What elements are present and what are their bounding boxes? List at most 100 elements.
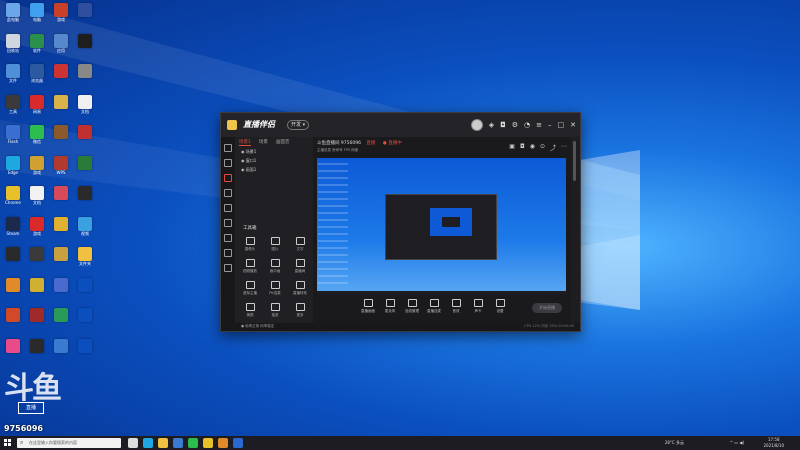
- desktop-icon[interactable]: [50, 94, 72, 122]
- desktop-icon[interactable]: [50, 338, 72, 366]
- desktop-icon[interactable]: 文档: [26, 186, 48, 213]
- share-icon[interactable]: ⤴: [550, 143, 556, 152]
- desktop-icon[interactable]: [74, 338, 96, 366]
- rail-gift-icon[interactable]: [224, 189, 232, 197]
- desktop-icon[interactable]: 应用: [50, 33, 72, 61]
- desktop-icon[interactable]: 文件: [2, 64, 24, 91]
- scene-item[interactable]: ◉ 窗口1: [241, 158, 256, 164]
- desktop-icon[interactable]: Edge: [2, 155, 24, 183]
- desktop-icon[interactable]: [26, 338, 48, 366]
- tool-item[interactable]: 画中画: [264, 259, 286, 277]
- desktop-icon[interactable]: 浏览器: [26, 64, 48, 91]
- search-box[interactable]: ⌕ 在这里输入你要搜索的内容: [17, 438, 121, 448]
- live-preview-canvas[interactable]: [317, 158, 566, 295]
- desktop-icon[interactable]: 工具: [2, 94, 24, 122]
- desktop-icon[interactable]: [74, 186, 96, 213]
- menu-icon[interactable]: ≡: [536, 119, 542, 131]
- record-icon[interactable]: ◉: [530, 143, 535, 152]
- mail-icon[interactable]: [233, 438, 243, 448]
- desktop-icon[interactable]: [50, 125, 72, 152]
- wechat-icon[interactable]: [188, 438, 198, 448]
- desktop-icon[interactable]: [50, 247, 72, 274]
- desktop-icon[interactable]: [74, 277, 96, 305]
- tool-item[interactable]: 虚拟主播: [239, 281, 261, 299]
- settings-icon[interactable]: ⚙: [512, 119, 518, 131]
- close-icon[interactable]: ✕: [570, 119, 576, 131]
- rail-grid-icon[interactable]: [224, 234, 232, 242]
- desktop-icon[interactable]: 网易: [26, 94, 48, 122]
- tab-audio[interactable]: 画面音: [276, 139, 290, 146]
- desktop-icon[interactable]: [74, 125, 96, 152]
- desktop-icon[interactable]: 软件: [26, 33, 48, 61]
- rail-more-icon[interactable]: [224, 264, 232, 272]
- weather[interactable]: 28°C 多云: [665, 440, 684, 446]
- desktop-icon[interactable]: [2, 338, 24, 366]
- desktop-icon[interactable]: 文件夹: [74, 247, 96, 274]
- chrome-icon[interactable]: [203, 438, 213, 448]
- desktop-icon[interactable]: Steam: [2, 216, 24, 244]
- desktop-icon[interactable]: [2, 308, 24, 335]
- control-button[interactable]: 声卡: [467, 299, 489, 314]
- gift-icon[interactable]: ▣: [509, 143, 515, 152]
- scene-item[interactable]: ◉ 画面1: [241, 167, 256, 173]
- desktop-icon[interactable]: [74, 64, 96, 91]
- rail-user-icon[interactable]: [224, 204, 232, 212]
- desktop-icon[interactable]: 回收站: [2, 33, 24, 61]
- desktop-icon[interactable]: 游戏: [50, 3, 72, 30]
- more-icon[interactable]: ⋯: [561, 143, 567, 152]
- desktop-icon[interactable]: [50, 186, 72, 213]
- control-button[interactable]: 设置: [489, 299, 511, 314]
- desktop-icon[interactable]: [50, 216, 72, 244]
- desktop-icon[interactable]: [26, 247, 48, 274]
- rail-home-icon[interactable]: [224, 144, 232, 152]
- desktop-icon[interactable]: [2, 247, 24, 274]
- clock[interactable]: 17:58 2021/8/10: [763, 437, 784, 449]
- version-badge[interactable]: 开发 ▾: [287, 120, 310, 130]
- desktop-icon[interactable]: 文档: [74, 94, 96, 122]
- tray-icons[interactable]: ^ ▭ ◀): [730, 440, 744, 445]
- desktop-icon[interactable]: 此电脑: [2, 3, 24, 30]
- desktop-icon[interactable]: [74, 33, 96, 61]
- rail-tool-icon[interactable]: [224, 249, 232, 257]
- tab-scene-1[interactable]: 场景1: [239, 139, 251, 146]
- minimize-icon[interactable]: –: [548, 119, 552, 131]
- tool-item[interactable]: 抽奖: [264, 303, 286, 321]
- desktop-icon[interactable]: WPS: [50, 155, 72, 183]
- desktop-icon[interactable]: [74, 308, 96, 335]
- avatar[interactable]: [470, 119, 483, 131]
- tool-item[interactable]: 视频播放: [239, 259, 261, 277]
- live-app-icon[interactable]: [218, 438, 228, 448]
- scene-item[interactable]: ◉ 场景1: [241, 149, 256, 155]
- shirt-icon[interactable]: ◈: [489, 119, 494, 131]
- desktop-icon[interactable]: 微信: [26, 125, 48, 152]
- desktop-icon[interactable]: 视频: [74, 216, 96, 244]
- maximize-icon[interactable]: □: [558, 119, 565, 131]
- desktop-icon[interactable]: [74, 155, 96, 183]
- start-button[interactable]: [4, 439, 12, 447]
- desktop-icon[interactable]: [2, 277, 24, 305]
- tool-item[interactable]: 文字: [289, 237, 311, 255]
- tool-item[interactable]: 更多: [289, 303, 311, 321]
- desktop-icon[interactable]: Flash: [2, 125, 24, 152]
- control-button[interactable]: 音效: [445, 299, 467, 314]
- link-icon[interactable]: ⊙: [540, 143, 545, 152]
- rail-data-icon[interactable]: [224, 219, 232, 227]
- file-explorer-icon[interactable]: [158, 438, 168, 448]
- control-button[interactable]: 麦克风: [379, 299, 401, 314]
- scrollbar[interactable]: [573, 141, 576, 181]
- tool-item[interactable]: PK连麦: [264, 281, 286, 299]
- start-live-button[interactable]: 开始直播: [532, 303, 562, 313]
- desktop-icon[interactable]: [50, 277, 72, 305]
- tool-item[interactable]: 直播特效: [289, 281, 311, 299]
- desktop-icon[interactable]: [26, 277, 48, 305]
- lock-icon[interactable]: ◘: [500, 119, 506, 131]
- lock-icon[interactable]: ◘: [520, 143, 525, 152]
- desktop-icon[interactable]: Chrome: [2, 186, 24, 213]
- tool-item[interactable]: 摄像头: [239, 237, 261, 255]
- control-button[interactable]: 连线管理: [401, 299, 423, 314]
- desktop-icon[interactable]: [26, 308, 48, 335]
- desktop-icon[interactable]: 游戏: [26, 155, 48, 183]
- bell-icon[interactable]: ◔: [524, 119, 530, 131]
- desktop-icon[interactable]: [74, 3, 96, 30]
- tool-item[interactable]: 直播间: [289, 259, 311, 277]
